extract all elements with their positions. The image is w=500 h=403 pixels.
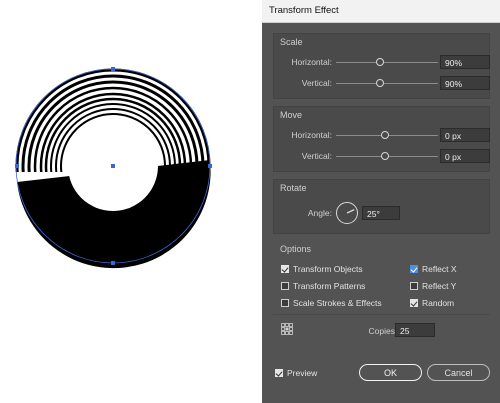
preview-label: Preview	[287, 368, 318, 378]
move-vertical-input[interactable]: 0 px	[440, 149, 490, 163]
move-horizontal-slider-thumb[interactable]	[381, 131, 389, 139]
center-point	[111, 164, 115, 168]
transform-effect-dialog: Transform Effect Scale Horizontal: 90% V…	[262, 0, 500, 403]
ok-button[interactable]: OK	[359, 364, 422, 381]
move-vertical-label: Vertical:	[301, 151, 332, 161]
scale-strokes-label: Scale Strokes & Effects	[293, 298, 382, 308]
move-section-title: Move	[280, 110, 303, 120]
reflect-x-checkbox-row[interactable]: Reflect X	[410, 263, 457, 275]
preview-checkbox-row[interactable]: Preview	[275, 367, 317, 379]
random-checkbox[interactable]	[410, 299, 418, 307]
reflect-y-checkbox-row[interactable]: Reflect Y	[410, 280, 456, 292]
scale-section: Scale Horizontal: 90% Vertical: 90%	[273, 33, 490, 99]
scale-vertical-slider-track[interactable]	[336, 83, 438, 84]
options-section-title: Options	[280, 244, 312, 254]
transform-objects-checkbox[interactable]	[281, 265, 289, 273]
transform-objects-label: Transform Objects	[293, 264, 363, 274]
options-section: Options Transform Objects Transform Patt…	[273, 241, 490, 357]
reflect-x-label: Reflect X	[422, 264, 457, 274]
scale-vertical-label: Vertical:	[301, 78, 332, 88]
options-divider	[273, 314, 490, 315]
reflect-y-label: Reflect Y	[422, 281, 457, 291]
preview-checkbox[interactable]	[275, 369, 283, 377]
copies-label: Copies	[368, 326, 395, 336]
rotate-section-title: Rotate	[280, 183, 307, 193]
angle-input[interactable]: 25°	[362, 206, 400, 220]
move-horizontal-label: Horizontal:	[291, 130, 332, 140]
artboard-canvas[interactable]	[0, 0, 262, 403]
angle-label: Angle:	[307, 208, 332, 218]
anchor-point-left[interactable]	[15, 164, 19, 168]
cancel-button[interactable]: Cancel	[427, 364, 490, 381]
random-label: Random	[422, 298, 455, 308]
reference-point-icon[interactable]	[281, 323, 293, 335]
rotate-section: Rotate Angle: 25°	[273, 179, 490, 234]
scale-vertical-slider-thumb[interactable]	[376, 79, 384, 87]
scale-horizontal-slider-track[interactable]	[336, 62, 438, 63]
scale-horizontal-label: Horizontal:	[291, 57, 332, 67]
move-horizontal-input[interactable]: 0 px	[440, 128, 490, 142]
scale-vertical-input[interactable]: 90%	[440, 76, 490, 90]
reflect-x-checkbox[interactable]	[410, 265, 418, 273]
copies-input[interactable]: 25	[395, 323, 435, 337]
angle-indicator-icon	[346, 208, 355, 214]
anchor-point-right[interactable]	[208, 164, 212, 168]
transform-objects-checkbox-row[interactable]: Transform Objects	[281, 263, 363, 275]
move-vertical-slider-thumb[interactable]	[381, 152, 389, 160]
transform-patterns-checkbox-row[interactable]: Transform Patterns	[281, 280, 365, 292]
scale-strokes-checkbox-row[interactable]: Scale Strokes & Effects	[281, 297, 382, 309]
reflect-y-checkbox[interactable]	[410, 282, 418, 290]
scale-strokes-checkbox[interactable]	[281, 299, 289, 307]
transform-patterns-label: Transform Patterns	[293, 281, 366, 291]
dialog-title: Transform Effect	[262, 0, 500, 23]
scale-section-title: Scale	[280, 37, 303, 47]
anchor-point-top[interactable]	[111, 67, 115, 71]
random-checkbox-row[interactable]: Random	[410, 297, 454, 309]
move-section: Move Horizontal: 0 px Vertical: 0 px	[273, 106, 490, 172]
artwork-svg	[15, 67, 212, 269]
angle-dial[interactable]	[336, 202, 358, 224]
transform-patterns-checkbox[interactable]	[281, 282, 289, 290]
scale-horizontal-slider-thumb[interactable]	[376, 58, 384, 66]
scale-horizontal-input[interactable]: 90%	[440, 55, 490, 69]
anchor-point-bottom[interactable]	[111, 261, 115, 265]
